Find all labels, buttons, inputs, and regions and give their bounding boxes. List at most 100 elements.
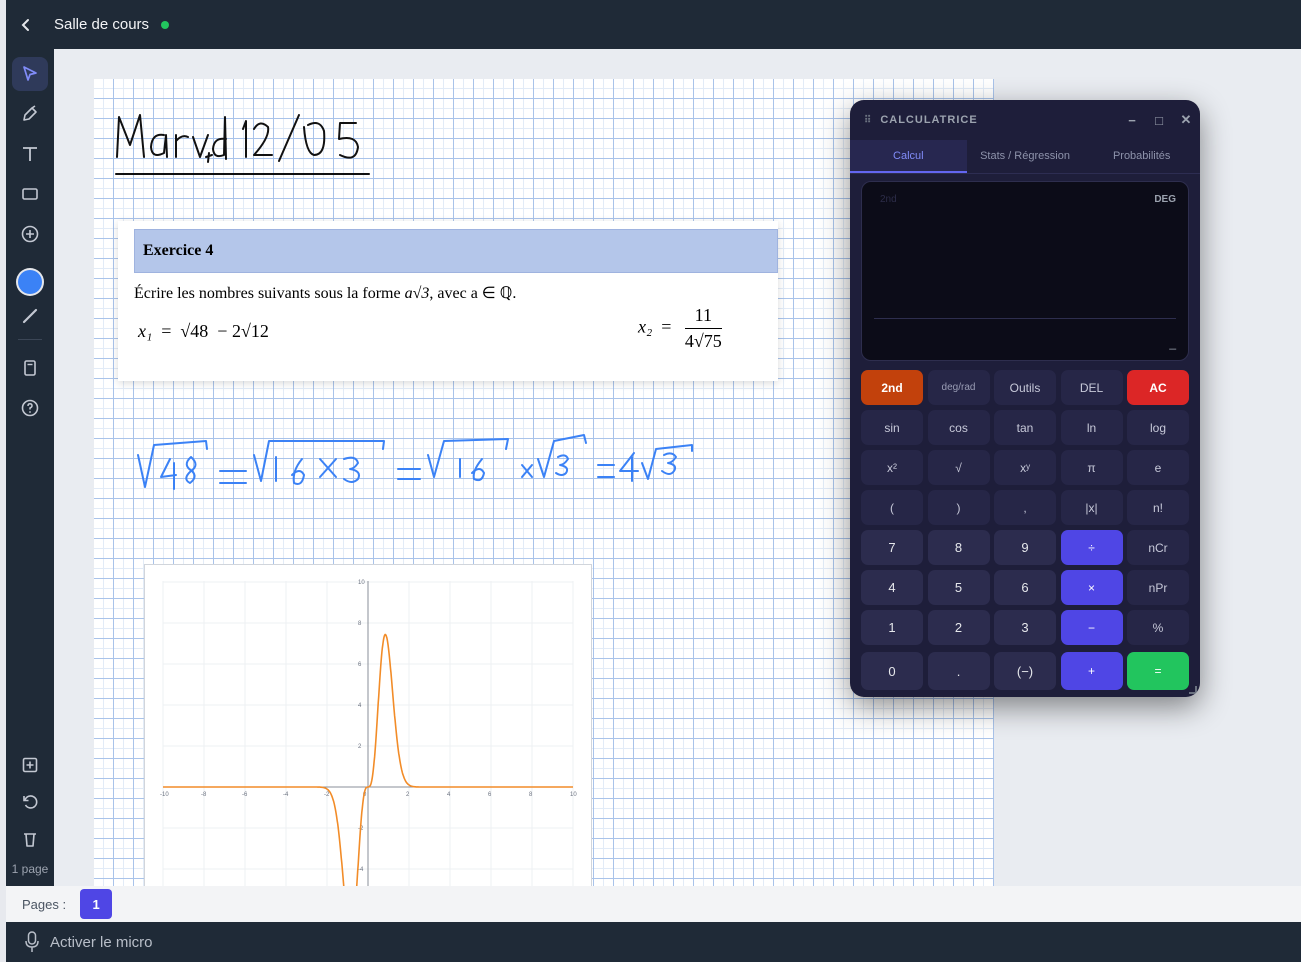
display-divider (874, 318, 1176, 319)
key-absxabs[interactable]: |x| (1060, 490, 1123, 525)
key-8[interactable]: 8 (927, 530, 990, 565)
chevron-left-icon (21, 18, 29, 31)
key-ln[interactable]: ln (1060, 410, 1123, 445)
function-graph-card[interactable]: -10 -8 -6 -4 -2 0 2 4 6 8 10 10 8 6 4 2 -2 -4 (144, 564, 592, 886)
maximize-icon: □ (1155, 112, 1164, 128)
key-6[interactable]: 6 (994, 570, 1056, 605)
document-button[interactable] (12, 351, 48, 385)
tab-stats-regression[interactable]: Stats / Régression (967, 140, 1084, 173)
help-button[interactable] (12, 391, 48, 425)
key-plus[interactable]: + (1060, 652, 1123, 690)
key-sqrt[interactable]: √ (927, 450, 990, 485)
key-nfact[interactable]: n! (1127, 490, 1189, 525)
key-tan[interactable]: tan (994, 410, 1056, 445)
text-tool-button[interactable] (12, 137, 48, 171)
calculator-window[interactable]: ⠿ CALCULATRICE − □ ✕ Calcul Stats / Régr… (850, 100, 1200, 697)
key-xy[interactable]: xʸ (994, 450, 1056, 485)
key-ncr[interactable]: nCr (1127, 530, 1189, 565)
input-cursor: _ (1169, 336, 1176, 350)
key-lparenminusrparen[interactable]: (−) (994, 652, 1056, 690)
key-5[interactable]: 5 (927, 570, 990, 605)
exercise-card[interactable]: Exercice 4 Écrire les nombres suivants s… (118, 221, 778, 381)
key-multiply[interactable]: × (1060, 570, 1123, 605)
page-count-label: 1 page (11, 862, 49, 876)
handwritten-calculation (137, 434, 693, 490)
select-tool-button[interactable] (12, 57, 48, 91)
key-cos[interactable]: cos (927, 410, 990, 445)
undo-button[interactable] (12, 785, 48, 819)
key-rparen[interactable]: ) (927, 490, 990, 525)
key-e[interactable]: e (1127, 450, 1189, 485)
x-tick-label: -10 (160, 792, 169, 798)
drag-handle-icon[interactable]: ⠿ (864, 115, 872, 126)
key-percent[interactable]: % (1127, 610, 1189, 645)
page-1-button[interactable]: 1 (80, 889, 113, 919)
x-tick-label: -8 (201, 792, 207, 798)
key-deg-rad[interactable]: deg/rad (927, 370, 990, 405)
key-9[interactable]: 9 (994, 530, 1056, 565)
trash-icon (24, 833, 36, 847)
key-4[interactable]: 4 (861, 570, 923, 605)
key-lparen[interactable]: ( (861, 490, 923, 525)
mic-bar: Activer le micro (6, 922, 1301, 962)
text-icon (23, 147, 37, 161)
second-indicator: 2nd (880, 194, 897, 205)
key-x2[interactable]: x² (861, 450, 923, 485)
undo-icon (23, 795, 38, 809)
key-0[interactable]: 0 (861, 652, 923, 690)
color-picker[interactable] (18, 270, 42, 294)
key-divide[interactable]: ÷ (1060, 530, 1123, 565)
activate-mic-button[interactable]: Activer le micro (50, 934, 153, 951)
x-tick-label: -2 (324, 792, 330, 798)
key-outils[interactable]: Outils (994, 370, 1056, 405)
whiteboard-canvas[interactable]: Exercice 4 Écrire les nombres suivants s… (54, 49, 1301, 886)
exercise-heading: Exercice 4 (134, 229, 778, 273)
back-button[interactable] (6, 0, 46, 49)
document-icon (24, 360, 36, 376)
line-tool-button[interactable] (12, 299, 48, 333)
pen-icon (23, 105, 37, 121)
y-tick-label: 6 (358, 662, 362, 668)
x-tick-label: 10 (570, 792, 577, 798)
key-3[interactable]: 3 (994, 610, 1056, 645)
key-1[interactable]: 1 (861, 610, 923, 645)
key-ac[interactable]: AC (1127, 370, 1189, 405)
key-log[interactable]: log (1127, 410, 1189, 445)
close-button[interactable]: ✕ (1173, 112, 1200, 128)
resize-handle[interactable] (1189, 686, 1197, 694)
key-2nd[interactable]: 2nd (861, 370, 923, 405)
calculator-header[interactable]: ⠿ CALCULATRICE − □ ✕ (850, 100, 1200, 140)
delete-button[interactable] (12, 822, 48, 856)
pen-tool-button[interactable] (12, 97, 48, 131)
room-title: Salle de cours (54, 16, 150, 33)
calculator-display[interactable]: 2nd DEG _ (861, 181, 1189, 361)
key-comma[interactable]: , (994, 490, 1056, 525)
tab-probabilites[interactable]: Probabilités (1083, 140, 1200, 173)
maximize-button[interactable]: □ (1146, 113, 1173, 128)
handwritten-date (115, 114, 370, 175)
x-tick-label: -4 (283, 792, 289, 798)
key-2[interactable]: 2 (927, 610, 990, 645)
online-status-dot (161, 20, 170, 29)
microphone-icon[interactable] (24, 931, 40, 953)
add-page-button[interactable] (12, 748, 48, 782)
y-tick-label: 4 (358, 703, 362, 709)
shape-tool-button[interactable] (12, 177, 48, 211)
y-tick-label: 2 (358, 744, 362, 750)
key-del[interactable]: DEL (1060, 370, 1123, 405)
key-7[interactable]: 7 (861, 530, 923, 565)
key-npr[interactable]: nPr (1127, 570, 1189, 605)
angle-mode-indicator: DEG (1154, 194, 1176, 205)
key-pi[interactable]: π (1060, 450, 1123, 485)
y-tick-label: 8 (358, 621, 362, 627)
help-icon (21, 399, 39, 417)
y-tick-label: -4 (358, 867, 364, 873)
exercise-statement: Écrire les nombres suivants sous la form… (134, 285, 517, 302)
insert-tool-button[interactable] (12, 217, 48, 251)
key-dot[interactable]: . (927, 652, 990, 690)
minimize-button[interactable]: − (1119, 113, 1146, 128)
key-equals[interactable]: = (1127, 652, 1189, 690)
tab-calcul[interactable]: Calcul (850, 140, 967, 173)
key-minus[interactable]: − (1060, 610, 1123, 645)
key-sin[interactable]: sin (861, 410, 923, 445)
